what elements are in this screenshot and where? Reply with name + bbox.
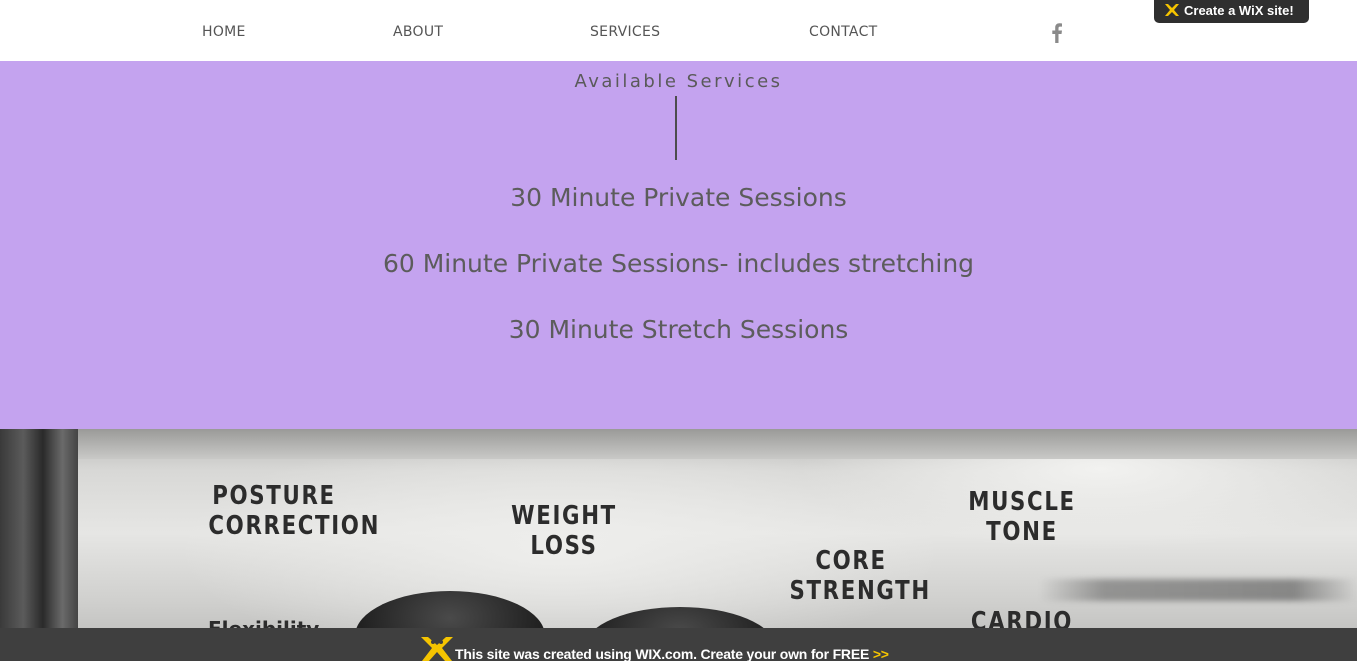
hero-shelf-shape — [78, 429, 1357, 459]
benefit-label-line: POSTURE — [212, 481, 336, 511]
benefit-label-line: CORE — [815, 546, 887, 576]
nav-item-services[interactable]: SERVICES — [590, 24, 660, 40]
nav-item-contact[interactable]: CONTACT — [809, 24, 878, 40]
wix-promo-message: This site was created using WIX.com. Cre… — [455, 646, 870, 661]
service-item: 30 Minute Private Sessions — [510, 183, 847, 212]
page: HOME ABOUT SERVICES CONTACT Create a WiX… — [0, 0, 1357, 661]
service-item: 30 Minute Stretch Sessions — [508, 315, 849, 344]
create-wix-site-label: Create a WiX site! — [1184, 3, 1294, 18]
wix-promo-text[interactable]: This site was created using WIX.com. Cre… — [455, 646, 889, 661]
wix-logo-icon — [1165, 4, 1179, 16]
benefit-label-line: MUSCLE — [968, 487, 1076, 517]
wix-promo-arrow: >> — [872, 646, 889, 661]
nav-item-about[interactable]: ABOUT — [393, 24, 443, 40]
top-navigation-bar: HOME ABOUT SERVICES CONTACT Create a WiX… — [0, 0, 1357, 61]
benefit-label-line: LOSS — [530, 531, 598, 561]
wix-mascot-icon — [421, 637, 453, 661]
title-divider — [675, 96, 677, 160]
benefit-label-posture: POSTURE CORRECTION — [208, 481, 381, 541]
service-item: 60 Minute Private Sessions- includes str… — [382, 249, 975, 278]
benefit-label-core-strength: CORE STRENGTH — [789, 546, 931, 606]
benefit-label-line: TONE — [986, 517, 1058, 547]
create-wix-site-badge[interactable]: Create a WiX site! — [1154, 0, 1309, 23]
services-title: Available Services — [574, 71, 783, 92]
benefit-label-line: CORRECTION — [208, 511, 381, 541]
hero-image-strip: POSTURE CORRECTION WEIGHT LOSS CORE STRE… — [0, 429, 1357, 661]
hero-blur-shape — [1040, 579, 1357, 601]
nav-item-home[interactable]: HOME — [202, 24, 246, 40]
services-section: Available Services 30 Minute Private Ses… — [0, 61, 1357, 429]
hero-rack-shape — [0, 429, 78, 661]
facebook-icon[interactable] — [1049, 23, 1065, 43]
benefit-label-line: WEIGHT — [511, 501, 617, 531]
benefit-label-muscle-tone: MUSCLE TONE — [961, 487, 1084, 547]
wix-promo-banner[interactable]: This site was created using WIX.com. Cre… — [0, 628, 1357, 661]
benefit-label-weight-loss: WEIGHT LOSS — [507, 501, 622, 561]
benefit-label-line: STRENGTH — [789, 576, 931, 606]
